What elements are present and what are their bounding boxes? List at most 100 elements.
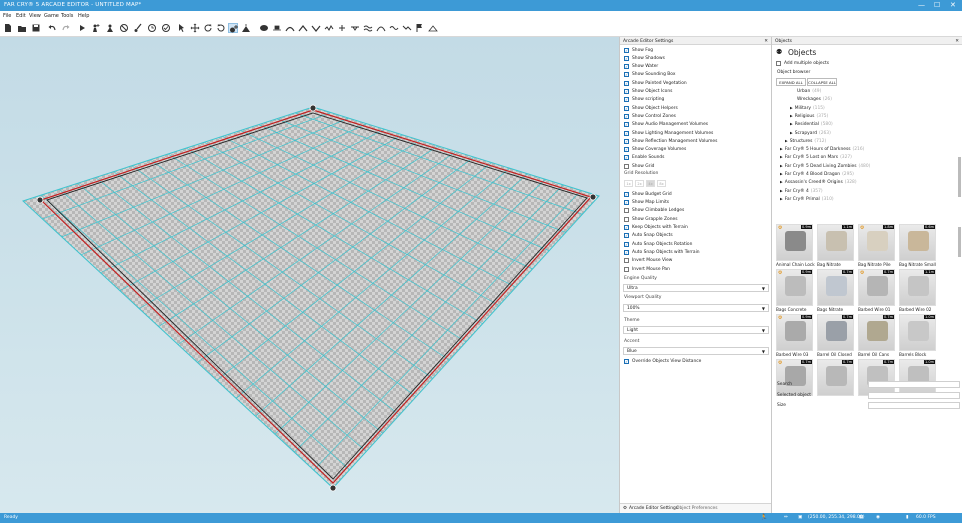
checkbox-box[interactable]: ✓ <box>624 72 629 78</box>
checkbox-box[interactable] <box>624 266 629 272</box>
tree-item[interactable]: ▶ Far Cry® 4 Blood Dragon (295) <box>780 172 854 177</box>
map-viewport[interactable] <box>0 37 619 513</box>
checkbox-box[interactable] <box>624 163 629 169</box>
menu-tools[interactable]: Tools <box>61 13 73 19</box>
chevron-right-icon[interactable]: ▶ <box>780 180 783 184</box>
engine-quality-dropdown[interactable]: Ultra ▼ <box>623 284 769 292</box>
object-thumbnail[interactable]: 0.7m <box>817 359 854 396</box>
ramp-icon[interactable] <box>298 23 308 33</box>
chevron-right-icon[interactable]: ▶ <box>780 197 783 201</box>
chevron-right-icon[interactable]: ▶ <box>780 164 783 168</box>
thumbnail-scrollbar[interactable] <box>958 227 961 257</box>
tree-item[interactable]: ▶ Military (115) <box>790 106 825 111</box>
object-thumbnail[interactable]: 0.7m <box>817 269 854 306</box>
rotate-icon[interactable] <box>203 23 213 33</box>
checkbox-box[interactable]: ✓ <box>624 358 629 364</box>
chevron-right-icon[interactable]: ▶ <box>790 122 793 126</box>
grid-res-4x[interactable]: 4x <box>646 180 655 187</box>
object-thumbnail[interactable]: 0.7m ⚙ <box>858 269 895 306</box>
grid-res-2x[interactable]: 2x <box>635 180 644 187</box>
object-thumbnail[interactable]: 1.8m ⚙ <box>858 224 895 261</box>
chevron-right-icon[interactable]: ▶ <box>785 139 788 143</box>
checkbox-box[interactable]: ✓ <box>624 199 629 205</box>
grid-res-8x[interactable]: 8x <box>657 180 666 187</box>
checkbox-box[interactable]: ✓ <box>624 147 629 153</box>
chevron-right-icon[interactable]: ▶ <box>780 189 783 193</box>
object-thumbnail[interactable]: 1.1m <box>817 224 854 261</box>
checkbox-box[interactable] <box>776 60 781 66</box>
viewport-quality-dropdown[interactable]: 100% ▼ <box>623 304 769 312</box>
object-thumbnail[interactable]: 0.7m <box>858 359 895 396</box>
checkbox-box[interactable] <box>624 216 629 222</box>
tab-arcade-editor-settings[interactable]: Arcade Editor Settings <box>629 506 678 511</box>
erode-icon[interactable] <box>402 23 412 33</box>
checkbox-box[interactable]: ✓ <box>624 130 629 136</box>
checkbox-box[interactable]: ✓ <box>624 47 629 53</box>
menu-help[interactable]: Help <box>78 13 89 19</box>
lower-icon[interactable] <box>350 23 360 33</box>
map-terrain[interactable] <box>0 37 619 513</box>
tree-item[interactable]: ▶ Far Cry® 4 (357) <box>780 189 823 194</box>
checkbox-box[interactable]: ✓ <box>624 191 629 197</box>
close-button[interactable]: ✕ <box>950 1 956 9</box>
tree-item[interactable]: ▶ Structures (712) <box>785 139 826 144</box>
object-thumbnail[interactable]: 0.7m <box>858 314 895 351</box>
undo-icon[interactable] <box>47 23 57 33</box>
checkbox-box[interactable]: ✓ <box>624 155 629 161</box>
minimize-button[interactable]: — <box>918 1 925 9</box>
smooth-icon[interactable] <box>285 23 295 33</box>
checkbox-box[interactable]: ✓ <box>624 105 629 111</box>
refresh-icon[interactable] <box>216 23 226 33</box>
sky-icon[interactable] <box>428 23 438 33</box>
tree-item[interactable]: Wreckages (26) <box>795 97 832 102</box>
water-icon[interactable] <box>363 23 373 33</box>
flag-icon[interactable] <box>415 23 425 33</box>
open-folder-icon[interactable] <box>17 23 27 33</box>
checkbox-box[interactable] <box>624 208 629 214</box>
place-object-icon[interactable] <box>228 23 238 33</box>
flatten-icon[interactable] <box>272 23 282 33</box>
checkbox-box[interactable]: ✓ <box>624 113 629 119</box>
object-thumbnail[interactable]: 0.7m ⚙ <box>776 359 813 396</box>
checkbox-box[interactable]: ✓ <box>624 97 629 103</box>
tree-item[interactable]: ▶ Far Cry® Primal (310) <box>780 197 834 202</box>
chevron-right-icon[interactable]: ▶ <box>790 114 793 118</box>
valley-icon[interactable] <box>311 23 321 33</box>
object-thumbnail[interactable]: 0.9m ⚙ <box>776 314 813 351</box>
corner-handle-left[interactable] <box>36 196 44 204</box>
search-input[interactable] <box>868 381 960 388</box>
menu-game[interactable]: Game <box>44 13 59 19</box>
settings-panel-close-icon[interactable]: ✕ <box>764 39 768 44</box>
tree-item[interactable]: ▶ Religious (375) <box>790 114 828 119</box>
checkbox-box[interactable]: ✓ <box>624 138 629 144</box>
tree-item[interactable]: ▶ Scrapyard (263) <box>790 131 831 136</box>
checkbox-box[interactable]: ✓ <box>624 241 629 247</box>
corner-handle-bottom[interactable] <box>329 484 337 492</box>
noise-icon[interactable] <box>324 23 334 33</box>
checkbox-box[interactable]: ✓ <box>624 55 629 61</box>
menu-file[interactable]: File <box>3 13 11 19</box>
redo-icon[interactable] <box>61 23 71 33</box>
tree-item[interactable]: ▶ Far Cry® 5 Lost on Mars (327) <box>780 155 852 160</box>
wave-icon[interactable] <box>389 23 399 33</box>
tree-item[interactable]: Urban (49) <box>795 89 821 94</box>
tab-object-preferences[interactable]: Object Preferences <box>676 506 718 511</box>
checkbox-box[interactable]: ✓ <box>624 249 629 255</box>
play-icon[interactable] <box>77 23 87 33</box>
terrain-raise-icon[interactable] <box>241 23 251 33</box>
menu-edit[interactable]: Edit <box>16 13 26 19</box>
spawn-icon[interactable] <box>105 23 115 33</box>
chevron-right-icon[interactable]: ▶ <box>790 131 793 135</box>
theme-dropdown[interactable]: Light ▼ <box>623 326 769 334</box>
object-thumbnail[interactable]: 1.0m <box>899 359 936 396</box>
tree-item[interactable]: ▶ Far Cry® 5 Hours of Darkness (216) <box>780 147 864 152</box>
chevron-right-icon[interactable]: ▶ <box>780 172 783 176</box>
checkbox-box[interactable] <box>624 258 629 264</box>
object-thumbnail[interactable]: 0.9m ⚙ <box>776 224 813 261</box>
object-thumbnail[interactable]: 1.1m <box>899 269 936 306</box>
chevron-right-icon[interactable]: ▶ <box>780 147 783 151</box>
checkbox-box[interactable]: ✓ <box>624 224 629 230</box>
object-thumbnail[interactable]: 0.7m <box>817 314 854 351</box>
object-thumbnail[interactable]: 1.0m <box>899 314 936 351</box>
grid-res-1x[interactable]: 1x <box>624 180 633 187</box>
